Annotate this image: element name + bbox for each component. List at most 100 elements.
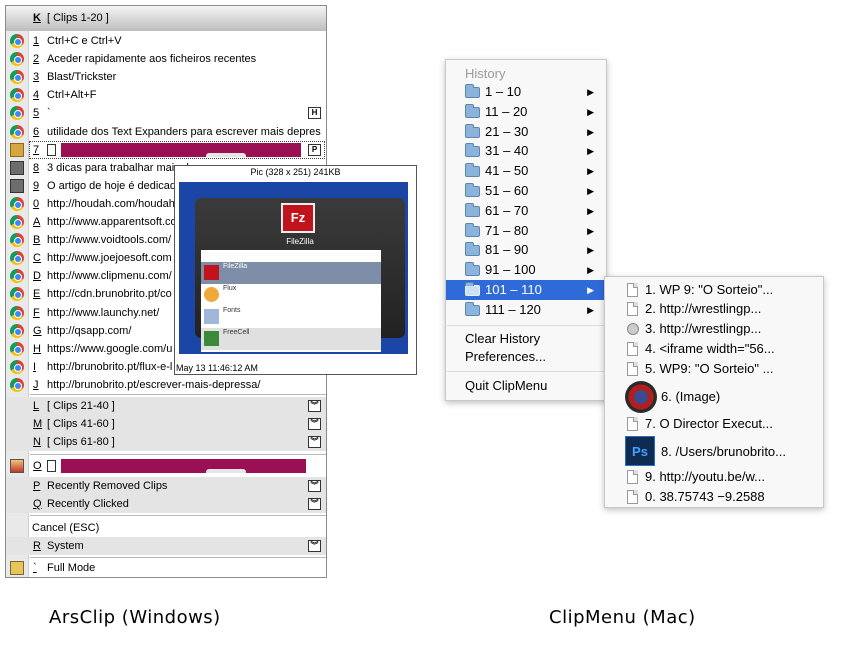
clip-item[interactable]: 3 Blast/Trickster [6,68,326,86]
chrome-icon [10,106,24,121]
history-range-item[interactable]: 51 – 60 ▶ [446,181,606,201]
preferences-item[interactable]: Preferences... [465,349,546,364]
history-range-item[interactable]: 71 – 80 ▶ [446,221,606,241]
clear-history-item[interactable]: Clear History [465,331,540,346]
recently-removed-clips[interactable]: P Recently Removed Clips ︾ [6,477,326,495]
item-label: Recently Removed Clips [47,480,168,492]
clip-label: 1. WP 9: "O Sorteio"... [645,282,774,297]
history-range-item[interactable]: 61 – 70 ▶ [446,201,606,221]
range-label: 31 – 40 [485,143,529,159]
clip-key: A [33,216,41,228]
clip-history-item[interactable]: 4. <iframe width="56... [605,339,823,359]
folder-icon [465,143,480,158]
item-key: Q [33,498,42,510]
pinned-clip[interactable]: O [6,457,326,475]
folder-icon [465,301,480,316]
history-range-item[interactable]: 91 – 100 ▶ [446,260,606,280]
clip-item[interactable]: 7P [6,140,326,159]
full-mode-label: Full Mode [47,562,96,574]
clip-history-item[interactable]: 3. http://wrestlingp... [605,319,823,339]
chevron-down-icon: ︾ [308,498,321,510]
clip-key: 8 [33,161,40,174]
clip-history-item[interactable]: 9. http://youtu.be/w... [605,467,823,487]
submenu-arrow-icon: ▶ [587,166,594,177]
clip-key: 1 [33,35,40,47]
item-key: P [33,480,41,492]
history-range-item[interactable]: 41 – 50 ▶ [446,161,606,181]
preview-timestamp: May 13 11:46:12 AM [176,363,258,373]
result-label: Fonts [223,307,241,314]
selection-outline [29,140,325,159]
clip-label: 0. 38.75743 −9.2588 [645,489,765,504]
image-clip-preview [61,459,306,473]
chrome-icon [10,52,24,67]
clips-1-20-header[interactable]: K [ Clips 1-20 ] [6,6,326,31]
submenu-arrow-icon: ▶ [587,265,594,276]
filezilla-icon [204,265,219,280]
history-range-item[interactable]: 81 – 90 ▶ [446,240,606,260]
range-label: 11 – 20 [485,103,528,119]
document-icon [627,302,638,316]
history-range-item[interactable]: 1 – 10 ▶ [446,82,606,102]
chrome-icon [10,124,24,139]
chrome-icon [10,377,24,392]
clip-label: 6. (Image) [661,389,721,404]
group-clips-21-40[interactable]: L [ Clips 21-40 ] ︾ [6,397,326,415]
clipmenu-submenu-101-110: 1. WP 9: "O Sorteio"... 2. http://wrestli… [604,276,824,508]
history-range-item[interactable]: 31 – 40 ▶ [446,141,606,161]
clip-history-item[interactable]: 7. O Director Execut... [605,414,823,434]
clip-label: 5. WP9: "O Sorteio" ... [645,361,774,376]
clip-item[interactable]: 2 Aceder rapidamente aos ficheiros recent… [6,50,326,68]
clip-item[interactable]: 4 Ctrl+Alt+F [6,86,326,104]
history-range-item[interactable]: 21 – 30 ▶ [446,122,606,142]
history-range-item[interactable]: 11 – 20 ▶ [446,102,606,122]
quit-clipmenu-item[interactable]: Quit ClipMenu [465,378,547,393]
folder-icon [465,123,480,138]
system-item[interactable]: R System ︾ [6,537,326,555]
clip-badge: H [308,107,321,120]
picture-icon [10,178,24,193]
clip-item[interactable]: 5 ` H [6,104,326,122]
chrome-icon [10,287,24,302]
chrome-icon [10,233,24,248]
clip-item[interactable]: Jhttp://brunobrito.pt/escrever-mais-depr… [6,376,326,394]
clip-item[interactable]: 1 Ctrl+C e Ctrl+V [6,32,326,50]
filezilla-logo: Fz [281,203,315,233]
result-label: Flux [223,285,237,292]
app-result-list: FileZilla Flux Fonts FreeCell [201,250,381,352]
result-row: Fonts [201,306,381,328]
clip-item[interactable]: 6 utilidade dos Text Expanders para escre… [6,123,326,141]
document-icon [627,283,638,297]
full-mode-item[interactable]: ` Full Mode [6,559,326,577]
photoshop-file-icon: Ps [625,436,655,466]
pinned-key: O [33,460,42,472]
clip-key: 9 [33,179,40,192]
clip-history-item[interactable]: 0. 38.75743 −9.2588 [605,487,823,507]
clip-history-item[interactable]: 2. http://wrestlingp... [605,299,823,319]
clip-history-item[interactable]: Ps 8. /Users/brunobrito... [605,435,823,469]
history-range-item[interactable]: 111 – 120 ▶ [446,300,606,320]
separator [30,454,326,455]
clip-key: H [33,342,41,355]
submenu-arrow-icon: ▶ [587,225,594,236]
clip-history-item[interactable]: 1. WP 9: "O Sorteio"... [605,280,823,300]
fonts-icon [204,309,219,324]
clip-key: C [33,252,41,265]
clip-key: 0 [33,197,40,210]
history-range-item[interactable]: 101 – 110 ▶ [446,280,606,300]
clip-history-item[interactable]: 5. WP9: "O Sorteio" ... [605,359,823,379]
group-clips-61-80[interactable]: N [ Clips 61-80 ] ︾ [6,433,326,451]
submenu-arrow-icon: ▶ [587,304,594,315]
separator [447,325,605,326]
group-key: M [33,418,43,430]
group-clips-41-60[interactable]: M [ Clips 41-60 ] ︾ [6,415,326,433]
cancel-item[interactable]: Cancel (ESC) [6,519,326,537]
clip-text: Ctrl+C e Ctrl+V [47,35,122,47]
recently-clicked[interactable]: Q Recently Clicked ︾ [6,495,326,513]
folder-icon [465,183,480,197]
result-label: FileZilla [223,263,248,270]
clip-key: I [33,360,37,373]
system-key: R [33,540,41,552]
clip-history-item[interactable]: 6. (Image) [605,380,823,414]
result-label: FreeCell [223,329,250,336]
